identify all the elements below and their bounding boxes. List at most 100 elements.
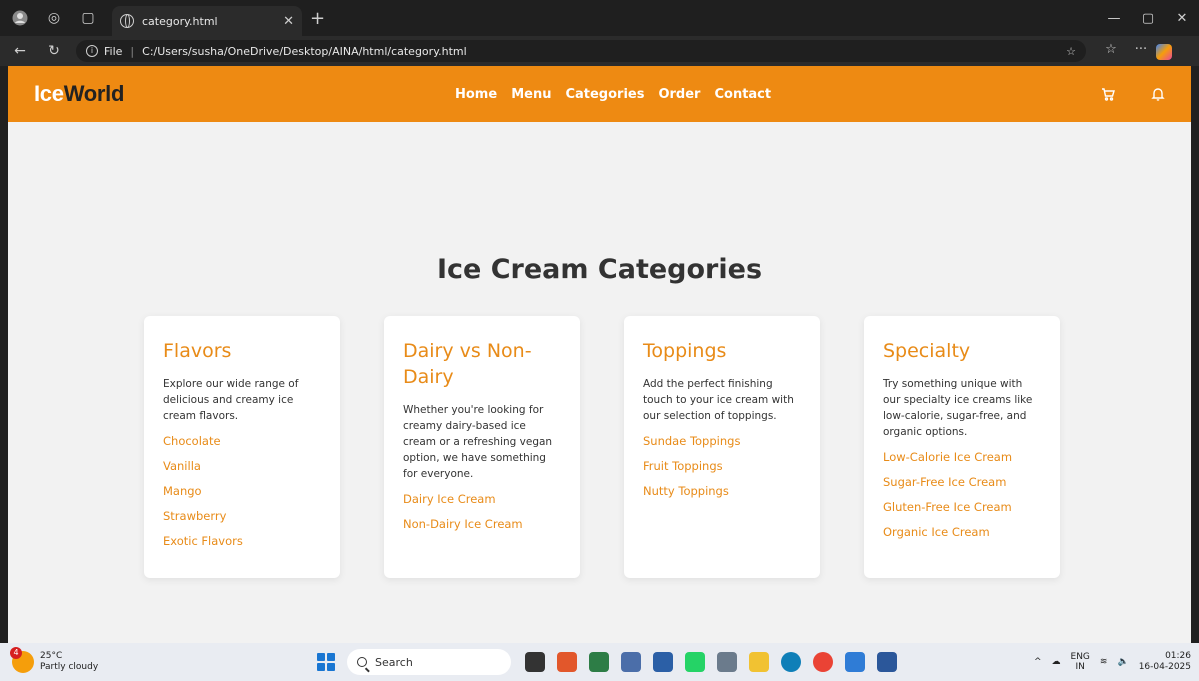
weather-text: 25°C Partly cloudy [40, 651, 98, 673]
logo-world: World [63, 81, 125, 106]
link-strawberry[interactable]: Strawberry [163, 504, 322, 529]
site-header: IceWorld Home Menu Categories Order Cont… [8, 66, 1191, 122]
nav-menu[interactable]: Menu [511, 87, 551, 102]
header-icons [1101, 66, 1165, 122]
search-label: Search [375, 655, 413, 669]
copilot-app-icon[interactable] [557, 652, 577, 672]
card-description: Whether you're looking for creamy dairy-… [403, 404, 553, 480]
back-icon[interactable]: ← [6, 43, 34, 59]
page-viewport: IceWorld Home Menu Categories Order Cont… [8, 66, 1191, 643]
wifi-icon[interactable]: ≋ [1100, 657, 1108, 667]
lang-region: IN [1075, 662, 1085, 672]
time: 01:26 [1165, 651, 1191, 661]
calculator-icon[interactable] [717, 652, 737, 672]
word-icon[interactable] [877, 652, 897, 672]
onedrive-icon[interactable]: ☁ [1052, 657, 1061, 667]
more-options-icon[interactable]: ··· [1126, 42, 1156, 60]
lang-code: ENG [1070, 652, 1090, 662]
minimize-icon[interactable]: — [1097, 11, 1131, 26]
link-sugar-free[interactable]: Sugar-Free Ice Cream [883, 470, 1042, 495]
card-title: Flavors [163, 340, 232, 362]
nav-categories[interactable]: Categories [565, 87, 644, 102]
tab-actions-icon[interactable]: ▢ [74, 4, 102, 32]
task-view-icon[interactable] [525, 652, 545, 672]
card-description: Add the perfect finishing touch to your … [643, 378, 794, 422]
card-description: Try something unique with our specialty … [883, 378, 1033, 438]
browser-tab-bar: ◎ ▢ category.html ✕ + — ▢ ✕ [0, 0, 1199, 36]
card-title: Specialty [883, 340, 971, 362]
taskbar: 4 25°C Partly cloudy Search ^ ☁ ENG IN ≋… [0, 643, 1199, 681]
nav-home[interactable]: Home [455, 87, 497, 102]
link-low-calorie[interactable]: Low-Calorie Ice Cream [883, 445, 1042, 470]
info-icon[interactable]: i [86, 45, 98, 57]
card-description: Explore our wide range of delicious and … [163, 378, 299, 422]
link-vanilla[interactable]: Vanilla [163, 454, 322, 479]
url-field[interactable]: i File | C:/Users/susha/OneDrive/Desktop… [76, 40, 1086, 62]
taskbar-search[interactable]: Search [347, 649, 511, 675]
link-nutty-toppings[interactable]: Nutty Toppings [643, 479, 802, 504]
chrome-icon[interactable] [813, 652, 833, 672]
link-gluten-free[interactable]: Gluten-Free Ice Cream [883, 495, 1042, 520]
edge-icon[interactable] [781, 652, 801, 672]
weather-badge: 4 [10, 647, 22, 659]
tab-title: category.html [142, 14, 218, 28]
card-title: Toppings [643, 340, 727, 362]
link-fruit-toppings[interactable]: Fruit Toppings [643, 454, 802, 479]
link-non-dairy-ice-cream[interactable]: Non-Dairy Ice Cream [403, 512, 562, 537]
window-controls: — ▢ ✕ [1097, 11, 1199, 26]
link-sundae-toppings[interactable]: Sundae Toppings [643, 429, 802, 454]
copilot-icon[interactable] [1156, 42, 1186, 60]
category-card-dairy: Dairy vs Non-Dairy Whether you're lookin… [384, 316, 580, 578]
link-chocolate[interactable]: Chocolate [163, 429, 322, 454]
browser-toolbar: ☆ ··· [1096, 42, 1186, 60]
category-card-specialty: Specialty Try something unique with our … [864, 316, 1060, 578]
category-card-toppings: Toppings Add the perfect finishing touch… [624, 316, 820, 578]
system-tray: ^ ☁ ENG IN ≋ 🔈 01:26 16-04-2025 [1034, 651, 1191, 673]
favorites-icon[interactable]: ☆ [1096, 42, 1126, 60]
close-window-icon[interactable]: ✕ [1165, 11, 1199, 26]
volume-icon[interactable]: 🔈 [1117, 657, 1128, 667]
close-tab-icon[interactable]: ✕ [283, 14, 294, 29]
maximize-icon[interactable]: ▢ [1131, 11, 1165, 26]
chevron-up-icon[interactable]: ^ [1034, 657, 1042, 667]
nav-contact[interactable]: Contact [714, 87, 771, 102]
language-indicator[interactable]: ENG IN [1071, 652, 1090, 672]
weather-icon: 4 [10, 647, 34, 673]
link-dairy-ice-cream[interactable]: Dairy Ice Cream [403, 487, 562, 512]
date: 16-04-2025 [1138, 662, 1191, 672]
page-title: Ice Cream Categories [436, 254, 763, 285]
vscode-icon[interactable] [845, 652, 865, 672]
workspaces-icon[interactable]: ◎ [40, 4, 68, 32]
globe-icon [120, 14, 134, 28]
favorite-star-icon[interactable]: ☆ [1066, 45, 1076, 58]
address-bar-row: ← ↻ i File | C:/Users/susha/OneDrive/Des… [0, 36, 1199, 66]
clock[interactable]: 01:26 16-04-2025 [1139, 651, 1191, 673]
weather-widget[interactable]: 4 25°C Partly cloudy [10, 647, 132, 673]
weather-condition: Partly cloudy [40, 662, 99, 672]
profile-icon[interactable] [6, 4, 34, 32]
link-organic[interactable]: Organic Ice Cream [883, 520, 1042, 545]
logo-ice: Ice [34, 81, 64, 106]
taskbar-apps [525, 652, 897, 672]
new-tab-button[interactable]: + [310, 8, 325, 29]
cart-icon[interactable] [1101, 87, 1115, 101]
notepad-icon[interactable] [621, 652, 641, 672]
file-explorer-icon[interactable] [749, 652, 769, 672]
tab-category[interactable]: category.html ✕ [112, 6, 302, 36]
site-logo[interactable]: IceWorld [34, 81, 124, 107]
card-title: Dairy vs Non-Dairy [403, 340, 532, 388]
link-exotic-flavors[interactable]: Exotic Flavors [163, 529, 322, 554]
nav-order[interactable]: Order [658, 87, 700, 102]
bell-icon[interactable] [1151, 87, 1165, 101]
store-icon[interactable] [653, 652, 673, 672]
site-nav: Home Menu Categories Order Contact [455, 66, 771, 122]
link-mango[interactable]: Mango [163, 479, 322, 504]
start-icon[interactable] [317, 653, 335, 671]
search-icon [357, 657, 367, 667]
refresh-icon[interactable]: ↻ [40, 43, 68, 59]
url-separator: | [130, 44, 135, 58]
url-prefix: File [104, 44, 123, 58]
whatsapp-icon[interactable] [685, 652, 705, 672]
app-icon[interactable] [589, 652, 609, 672]
temperature: 25°C [40, 651, 63, 661]
